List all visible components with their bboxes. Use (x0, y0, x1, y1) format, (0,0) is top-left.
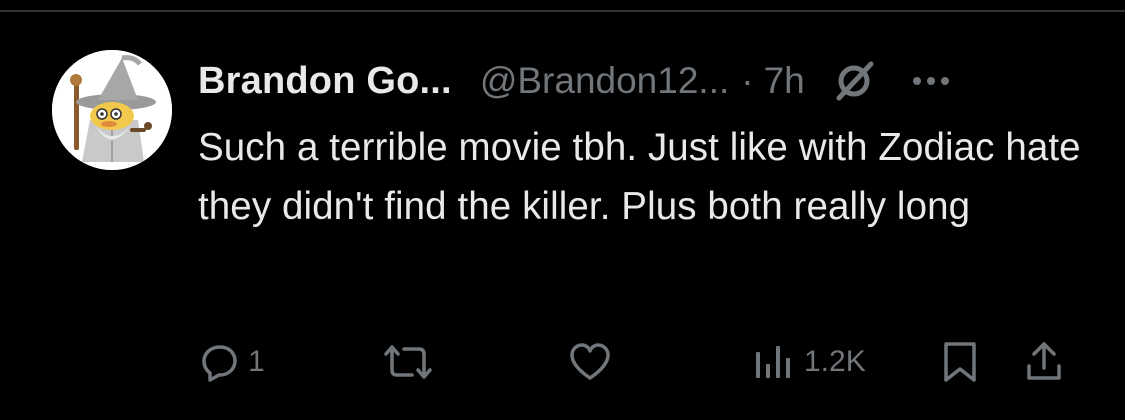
top-divider (0, 10, 1125, 12)
bookmark-button[interactable] (940, 336, 980, 388)
avatar[interactable] (52, 50, 172, 170)
reply-icon (202, 345, 237, 382)
repost-icon (384, 345, 432, 379)
repost-button[interactable] (380, 336, 436, 388)
bookmark-icon (944, 342, 976, 382)
post-timestamp[interactable]: 7h (764, 60, 805, 102)
post-text: Such a terrible movie tbh. Just like wit… (198, 126, 1081, 228)
reply-count: 1 (248, 345, 265, 378)
nope-slash-icon[interactable] (831, 58, 877, 104)
views-icon (756, 346, 790, 378)
author-handle[interactable]: @Brandon12... (480, 60, 729, 102)
share-icon (1027, 342, 1061, 380)
more-horizontal-icon[interactable] (911, 75, 951, 87)
views-button[interactable]: 1.2K (752, 336, 866, 388)
views-count: 1.2K (804, 345, 866, 378)
author-name[interactable]: Brandon Go... (198, 60, 452, 103)
share-button[interactable] (1024, 336, 1064, 388)
post-header: Brandon Go... @Brandon12... · 7h (198, 52, 1088, 110)
post-actions: 1 1.2K (0, 336, 1125, 388)
reply-button[interactable]: 1 (200, 336, 265, 388)
like-button[interactable] (568, 336, 612, 388)
wizard-avatar-icon (52, 50, 172, 170)
meta-separator: · (741, 60, 754, 101)
like-icon (570, 343, 610, 380)
